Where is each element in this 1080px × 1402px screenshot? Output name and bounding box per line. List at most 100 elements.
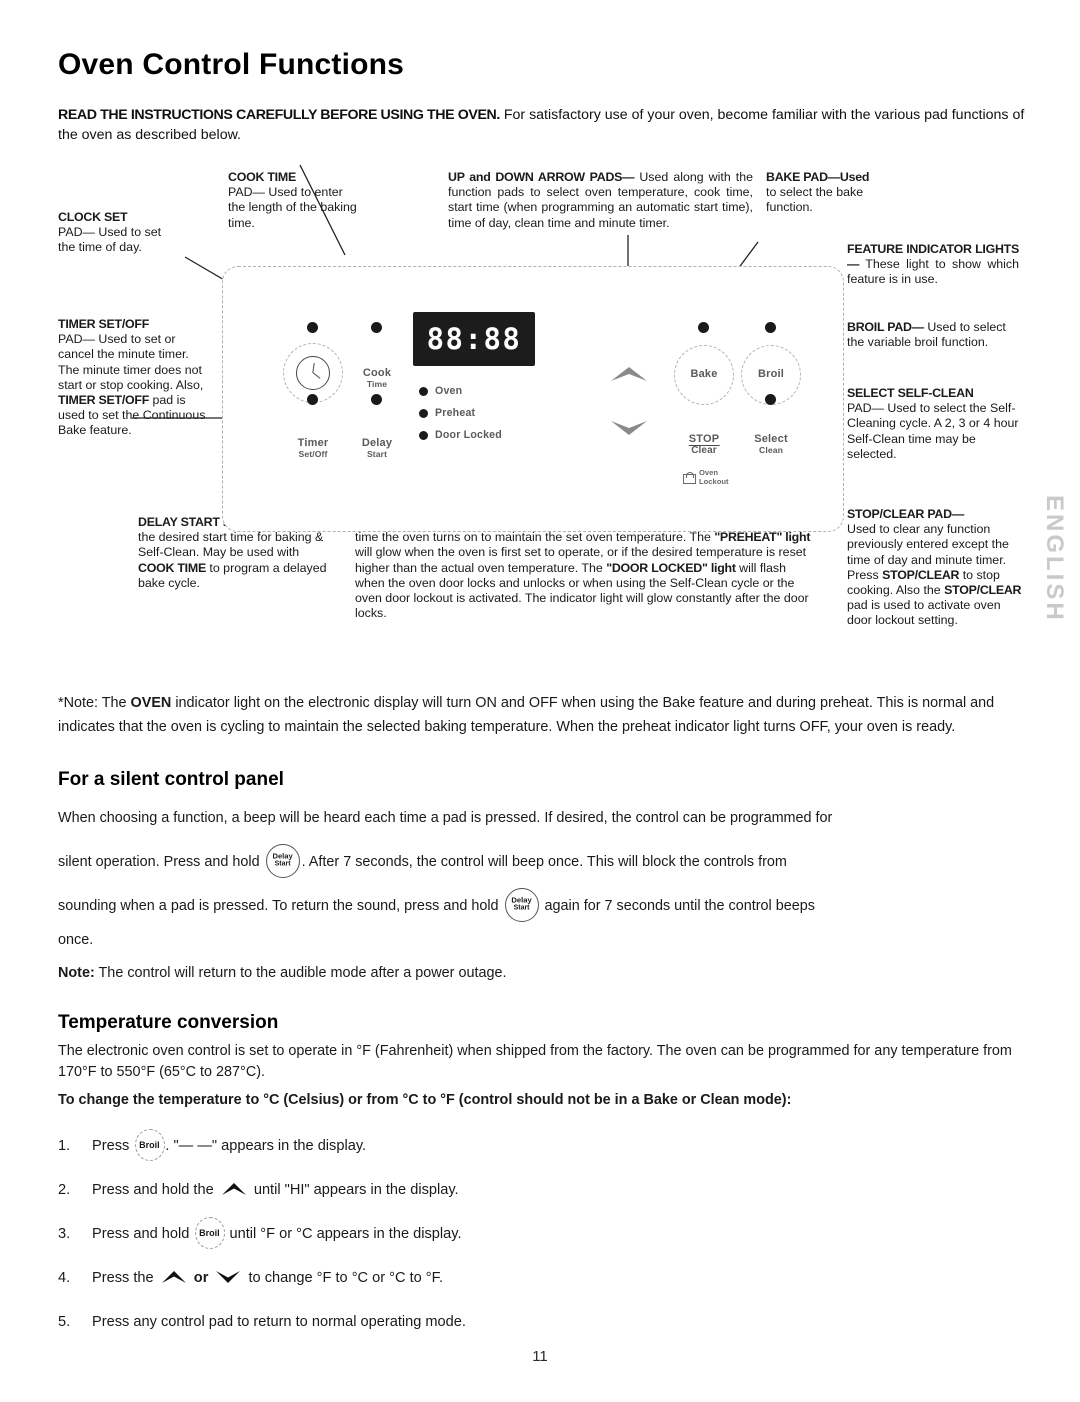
pad-label-delay-start[interactable]: Delay Start — [362, 437, 392, 460]
silent-note-label: Note: — [58, 965, 95, 981]
step-4-number: 4. — [58, 1270, 71, 1286]
pad-cook-time-main: Cook — [362, 367, 392, 379]
step-2-text-a: Press and hold the — [92, 1182, 214, 1198]
callout-timer-title: TIMER SET/OFF — [58, 317, 150, 331]
silent-p3-before: sounding when a pad is pressed. To retur… — [58, 897, 499, 914]
list-item: 1. Press Broil . "— —" appears in the dis… — [58, 1129, 1018, 1162]
indicator-light-oven: Oven — [419, 385, 462, 397]
callout-stopclear-title: STOP/CLEAR PAD— — [847, 507, 964, 521]
pad-stop-sub: Clear — [691, 445, 717, 456]
step-1-text-b: . "— —" appears in the display. — [165, 1138, 367, 1154]
pad-label-bake[interactable]: Bake — [690, 368, 717, 380]
intro-lead: READ THE INSTRUCTIONS CAREFULLY BEFORE U… — [58, 107, 500, 123]
broil-pad-icon-step3[interactable]: Broil — [194, 1217, 226, 1250]
callout-stop-clear: STOP/CLEAR PAD— Used to clear any functi… — [847, 507, 1025, 629]
oven-indicator-footnote: *Note: The OVEN indicator light on the e… — [58, 692, 1030, 739]
broil-pad-label-step1: Broil — [139, 1140, 160, 1151]
up-arrow-icon[interactable] — [161, 1270, 187, 1284]
silent-p2-before: silent operation. Press and hold — [58, 853, 260, 870]
delay-pad-1-bottom: Start — [274, 861, 291, 868]
pad-label-timer-set-off[interactable]: Timer Set/Off — [298, 437, 329, 460]
led-dot-broil — [765, 322, 776, 333]
pad-label-broil[interactable]: Broil — [758, 368, 784, 380]
callout-timer-body-1: PAD— Used to set or cancel the minute ti… — [58, 332, 204, 392]
indicator-dot-oven — [419, 386, 428, 396]
callout-bake-title: BAKE PAD—Used — [766, 170, 870, 184]
delay-start-pad-icon-2[interactable]: Delay Start — [504, 888, 539, 922]
callout-delay-emphasis: COOK TIME — [138, 560, 206, 575]
callout-cook-time-title: COOK TIME — [228, 170, 296, 184]
callout-clock-set: CLOCK SET PAD— Used to set the time of d… — [58, 210, 173, 256]
indicator-label-preheat: Preheat — [435, 407, 476, 419]
down-arrow-icon[interactable] — [609, 419, 649, 437]
up-arrow-icon[interactable] — [221, 1182, 247, 1196]
pad-timer-main: Timer — [297, 437, 329, 449]
silent-panel-paragraph-2: silent operation. Press and hold Delay S… — [58, 844, 1033, 879]
pad-label-stop-clear[interactable]: STOP Clear — [688, 433, 720, 456]
led-dot-timer-set-off — [307, 394, 318, 405]
silent-panel-paragraph-1: When choosing a function, a beep will be… — [58, 810, 833, 826]
callout-cook-time: COOK TIME PAD— Used to enter the length … — [228, 170, 358, 231]
pad-label-select-clean[interactable]: Select Clean — [754, 433, 788, 456]
silent-panel-paragraph-3: sounding when a pad is pressed. To retur… — [58, 888, 1033, 923]
english-side-tab: ENGLISH — [1041, 495, 1068, 623]
led-dot-bake — [698, 322, 709, 333]
delay-pad-2-bottom: Start — [513, 905, 530, 912]
callout-arrow-title: UP and DOWN ARROW PADS— — [448, 170, 635, 184]
callout-lights-em-2: "PREHEAT" light — [714, 530, 811, 545]
led-dot-clock-set — [307, 322, 318, 333]
pad-timer-sub: Set/Off — [298, 449, 328, 459]
list-item: 2. Press and hold the until "HI" appears … — [58, 1177, 1018, 1203]
pad-label-cook-time[interactable]: Cook Time — [363, 367, 391, 390]
indicator-light-door-locked: Door Locked — [419, 429, 502, 441]
callout-cook-time-body: PAD— Used to enter the length of the bak… — [228, 185, 357, 230]
callout-clock-set-title: CLOCK SET — [58, 210, 128, 224]
silent-panel-note: Note: The control will return to the aud… — [58, 963, 1033, 984]
callout-feature-indicator-lights: FEATURE INDICATOR LIGHTS— These light to… — [847, 242, 1019, 288]
callout-stopclear-em-2: STOP/CLEAR — [944, 583, 1022, 598]
callout-timer-set-off: TIMER SET/OFF PAD— Used to set or cancel… — [58, 317, 206, 439]
temp-subheading-text: To change the temperature to °C (Celsius… — [58, 1092, 792, 1108]
footnote-prefix: *Note: The — [58, 695, 131, 711]
callout-stopclear-seg-3: pad is used to activate oven door lockou… — [847, 598, 1001, 628]
indicator-label-door-locked: Door Locked — [435, 429, 502, 441]
clock-icon — [296, 356, 330, 390]
step-3-text-b: until °F or °C appears in the display. — [229, 1226, 462, 1242]
step-1-text-a: Press — [92, 1138, 130, 1154]
list-item: 5. Press any control pad to return to nor… — [58, 1309, 1018, 1335]
intro-paragraph: READ THE INSTRUCTIONS CAREFULLY BEFORE U… — [58, 105, 1033, 145]
delay-start-pad-icon-1[interactable]: Delay Start — [265, 844, 300, 878]
down-arrow-icon[interactable] — [215, 1270, 241, 1284]
footnote-emphasis: OVEN — [130, 695, 172, 711]
indicator-dot-door-locked — [419, 430, 428, 440]
callout-stopclear-em-1: STOP/CLEAR — [882, 567, 960, 582]
callout-selfclean-title: SELECT SELF-CLEAN — [847, 386, 974, 400]
broil-pad-label-step3: Broil — [199, 1228, 220, 1239]
step-4-mid: or — [193, 1270, 209, 1286]
callout-broil-title: BROIL PAD— — [847, 320, 924, 334]
up-arrow-icon[interactable] — [609, 365, 649, 383]
callout-feature-body: These light to show which feature is in … — [847, 257, 1019, 287]
callout-selfclean-body: PAD— Used to select the Self-Cleaning cy… — [847, 401, 1019, 461]
heading-silent-control-panel: For a silent control panel — [58, 769, 284, 790]
step-4-text-b: to change °F to °C or °C to °F. — [248, 1270, 444, 1286]
callout-up-down-arrow: UP and DOWN ARROW PADS— Used along with … — [448, 170, 753, 231]
pad-delay-main: Delay — [361, 437, 393, 449]
pad-cook-time-sub: Time — [366, 379, 388, 389]
callout-lights-em-3: "DOOR LOCKED" light — [606, 560, 736, 575]
step-5-number: 5. — [58, 1314, 71, 1330]
step-3-number: 3. — [58, 1226, 71, 1242]
delay-pad-2-top: Delay — [511, 895, 532, 905]
pad-delay-sub: Start — [366, 449, 388, 459]
callout-timer-emphasis: TIMER SET/OFF — [58, 393, 150, 408]
led-display-value: 88:88 — [426, 322, 522, 356]
callout-clock-set-body: PAD— Used to set the time of day. — [58, 225, 162, 255]
callout-bake-body: to select the bake function. — [766, 185, 864, 215]
broil-pad-icon-step1[interactable]: Broil — [134, 1129, 166, 1162]
callout-broil-pad: BROIL PAD— Used to select the variable b… — [847, 320, 1019, 350]
led-display: 88:88 — [413, 312, 535, 366]
callout-select-self-clean: SELECT SELF-CLEAN PAD— Used to select th… — [847, 386, 1025, 462]
temperature-conversion-paragraph: The electronic oven control is set to op… — [58, 1043, 1012, 1080]
pad-select-sub: Clean — [759, 445, 783, 455]
pad-bake-main: Bake — [690, 368, 718, 380]
